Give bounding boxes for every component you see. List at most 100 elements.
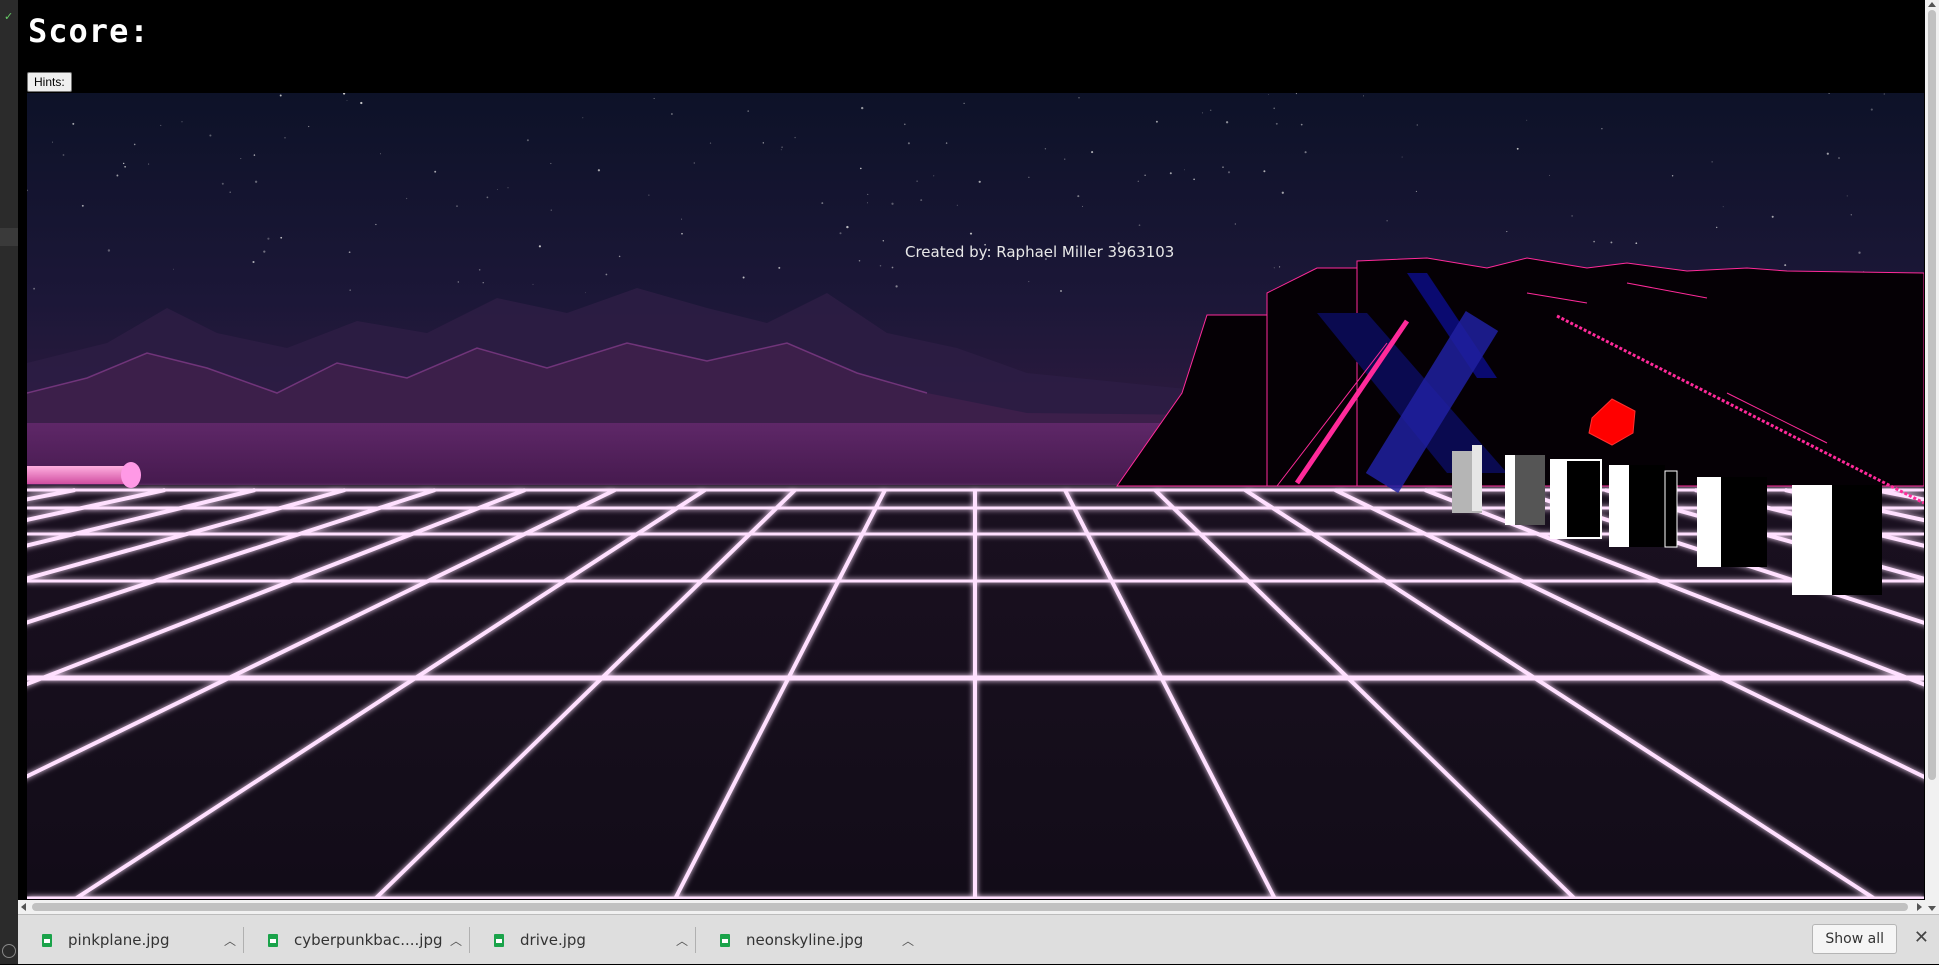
chevron-up-icon[interactable]: ︿ (676, 932, 688, 949)
star (482, 282, 484, 284)
star (62, 154, 65, 156)
chevron-up-icon[interactable]: ︿ (224, 932, 236, 949)
star (1267, 94, 1269, 95)
star (346, 100, 348, 101)
star (1711, 161, 1713, 163)
game-page: Score: Hints: Created by: Raphael Miller… (18, 0, 1939, 914)
star (478, 269, 481, 271)
star (1635, 242, 1638, 245)
star (1227, 171, 1231, 174)
star (1826, 152, 1829, 155)
credit-text: Created by: Raphael Miller 3963103 (905, 243, 1175, 261)
star (933, 175, 935, 177)
star (605, 273, 608, 276)
star (456, 205, 458, 207)
star (1082, 205, 1083, 207)
scroll-up-icon[interactable] (1928, 2, 1936, 7)
close-icon[interactable]: ✕ (1914, 927, 1929, 949)
star (747, 110, 750, 112)
obstacle (1505, 455, 1515, 525)
star (945, 142, 948, 144)
download-item[interactable]: cyberpunkbac....jpg ︿ (244, 915, 470, 965)
star (348, 251, 351, 254)
horizontal-scrollbar[interactable] (18, 900, 1925, 914)
star (1549, 174, 1551, 176)
star (648, 194, 650, 196)
chevron-up-icon[interactable]: ︿ (902, 932, 914, 949)
star (1028, 176, 1030, 178)
star (33, 287, 35, 290)
star (709, 142, 712, 144)
star (1044, 148, 1047, 150)
scroll-right-icon[interactable] (1917, 903, 1922, 911)
star (240, 158, 242, 160)
star (781, 146, 783, 149)
star (72, 122, 75, 125)
game-canvas[interactable]: Created by: Raphael Miller 3963103 (27, 93, 1924, 899)
player-nose (121, 462, 141, 488)
star (916, 180, 918, 182)
star (1386, 220, 1388, 222)
show-all-button[interactable]: Show all (1812, 924, 1897, 954)
image-file-icon (494, 933, 504, 947)
obstacle (1609, 465, 1629, 547)
download-item[interactable]: pinkplane.jpg ︿ (18, 915, 244, 965)
star (1526, 119, 1528, 121)
star (963, 102, 965, 105)
star (891, 266, 894, 269)
star (308, 125, 310, 128)
star (891, 202, 894, 205)
search-icon[interactable] (2, 944, 16, 958)
star (116, 174, 119, 177)
star (653, 98, 655, 99)
download-item[interactable]: drive.jpg ︿ (470, 915, 696, 965)
star (681, 232, 683, 235)
downloads-bar: pinkplane.jpg ︿ cyberpunkbac....jpg ︿ dr… (18, 914, 1939, 964)
star (1295, 93, 1297, 95)
star (742, 276, 745, 279)
star (1234, 223, 1236, 225)
star (861, 106, 864, 110)
star (1401, 156, 1403, 158)
obstacle (1664, 470, 1678, 548)
star (148, 163, 150, 165)
star (904, 123, 906, 126)
star (486, 196, 489, 199)
star (879, 265, 882, 267)
star (526, 139, 529, 142)
star (1281, 191, 1284, 194)
star (1169, 172, 1172, 175)
star (496, 189, 498, 191)
scroll-left-icon[interactable] (21, 903, 26, 911)
star (969, 232, 973, 235)
star (585, 292, 587, 294)
star (1593, 240, 1595, 243)
star (780, 149, 782, 151)
scroll-thumb[interactable] (1928, 10, 1936, 780)
star (920, 199, 923, 202)
side-marker (0, 228, 18, 246)
star (1415, 190, 1417, 192)
star (550, 162, 552, 165)
obstacle (1551, 460, 1567, 538)
vertical-scrollbar[interactable] (1925, 0, 1939, 914)
star (1275, 122, 1278, 125)
hints-button[interactable]: Hints: (27, 72, 72, 92)
download-item[interactable]: neonskyline.jpg ︿ (696, 915, 922, 965)
scroll-thumb[interactable] (32, 903, 1908, 911)
chevron-up-icon[interactable]: ︿ (450, 932, 462, 949)
star (839, 232, 842, 235)
star (1363, 95, 1364, 97)
star (681, 218, 683, 220)
star (1883, 93, 1885, 95)
image-file-icon (720, 933, 730, 947)
star (1138, 224, 1141, 226)
scroll-down-icon[interactable] (1928, 906, 1936, 911)
obstacle (1697, 477, 1721, 567)
star (124, 166, 126, 168)
image-file-icon (42, 933, 52, 947)
star (794, 136, 796, 139)
star (405, 197, 408, 200)
star (1137, 180, 1139, 182)
star (349, 289, 351, 291)
